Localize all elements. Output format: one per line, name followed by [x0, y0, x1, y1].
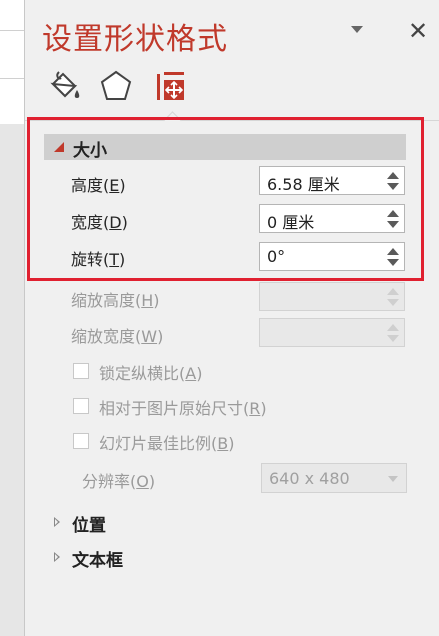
- tabs-divider: [25, 120, 439, 121]
- decrement-arrow-icon[interactable]: [387, 259, 399, 266]
- increment-arrow-icon[interactable]: [387, 210, 399, 217]
- best-scale-checkbox[interactable]: [73, 433, 89, 449]
- scale-width-label: 缩放宽度(W): [71, 327, 164, 346]
- collapsed-triangle-icon[interactable]: [54, 517, 60, 527]
- position-section-label[interactable]: 位置: [72, 511, 106, 536]
- height-spinner[interactable]: 6.58 厘米: [259, 166, 405, 195]
- active-tab-pointer: [163, 111, 182, 130]
- relative-original-size-label: 相对于图片原始尺寸(R): [99, 399, 267, 418]
- expanded-triangle-icon: [54, 142, 64, 152]
- increment-arrow-icon[interactable]: [387, 172, 399, 179]
- pane-title: 设置形状格式: [42, 22, 228, 57]
- slide-area-edge: [0, 0, 25, 636]
- size-properties-icon[interactable]: [152, 68, 188, 104]
- format-shape-pane: 设置形状格式 ✕ 大小 高度(E) 6.58 厘米 宽度(D) 0 厘米 旋转(: [25, 0, 439, 636]
- height-label: 高度(E): [71, 176, 126, 195]
- rotation-value[interactable]: 0°: [267, 247, 285, 266]
- scale-height-spinner[interactable]: [259, 282, 405, 311]
- width-value[interactable]: 0 厘米: [267, 209, 314, 233]
- increment-arrow-icon[interactable]: [387, 248, 399, 255]
- scale-width-spinner[interactable]: [259, 318, 405, 347]
- relative-original-size-checkbox[interactable]: [73, 398, 89, 414]
- rotation-spinner[interactable]: 0°: [259, 242, 405, 271]
- width-label: 宽度(D): [71, 213, 128, 232]
- scale-height-label: 缩放高度(H): [71, 291, 160, 310]
- increment-arrow-icon[interactable]: [387, 288, 399, 295]
- width-spinner[interactable]: 0 厘米: [259, 204, 405, 233]
- size-section-label: 大小: [73, 141, 107, 161]
- best-scale-label: 幻灯片最佳比例(B): [99, 434, 235, 453]
- decrement-arrow-icon[interactable]: [387, 183, 399, 190]
- resolution-label: 分辨率(O): [82, 472, 156, 491]
- pane-options-dropdown-icon[interactable]: [351, 26, 363, 33]
- resolution-value: 640 x 480: [269, 469, 350, 488]
- decrement-arrow-icon[interactable]: [387, 299, 399, 306]
- increment-arrow-icon[interactable]: [387, 324, 399, 331]
- paint-bucket-icon[interactable]: [47, 68, 83, 104]
- close-icon[interactable]: ✕: [408, 16, 428, 46]
- lock-aspect-ratio-label: 锁定纵横比(A): [99, 364, 203, 383]
- textbox-section-label[interactable]: 文本框: [72, 546, 123, 571]
- rotation-label: 旋转(T): [71, 250, 126, 269]
- decrement-arrow-icon[interactable]: [387, 335, 399, 342]
- decrement-arrow-icon[interactable]: [387, 221, 399, 228]
- pentagon-icon[interactable]: [98, 68, 134, 104]
- resolution-select[interactable]: 640 x 480: [261, 463, 407, 493]
- lock-aspect-ratio-checkbox[interactable]: [73, 363, 89, 379]
- size-section-header[interactable]: 大小: [44, 134, 406, 161]
- collapsed-triangle-icon[interactable]: [54, 552, 60, 562]
- height-value[interactable]: 6.58 厘米: [267, 171, 340, 195]
- chevron-down-icon[interactable]: [388, 476, 398, 482]
